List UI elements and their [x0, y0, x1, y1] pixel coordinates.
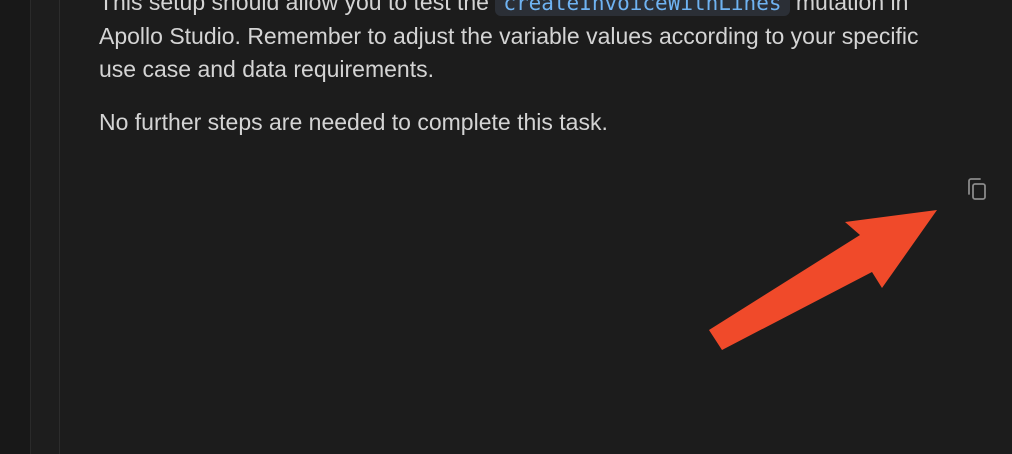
copy-icon	[968, 178, 986, 200]
left-sidebar-edge	[0, 0, 31, 454]
message-text-prefix: This setup should allow you to test the	[99, 0, 496, 15]
panel-gutter	[31, 0, 60, 454]
message-paragraph-1: This setup should allow you to test the …	[99, 0, 949, 86]
message-paragraph-2: No further steps are needed to complete …	[99, 109, 608, 135]
assistant-message: This setup should allow you to test the …	[99, 0, 949, 159]
copy-button[interactable]	[962, 175, 992, 205]
inline-code-mutation: createInvoiceWithLines	[495, 0, 790, 16]
assistant-message-panel: This setup should allow you to test the …	[60, 0, 1012, 454]
chat-window: This setup should allow you to test the …	[0, 0, 1012, 454]
